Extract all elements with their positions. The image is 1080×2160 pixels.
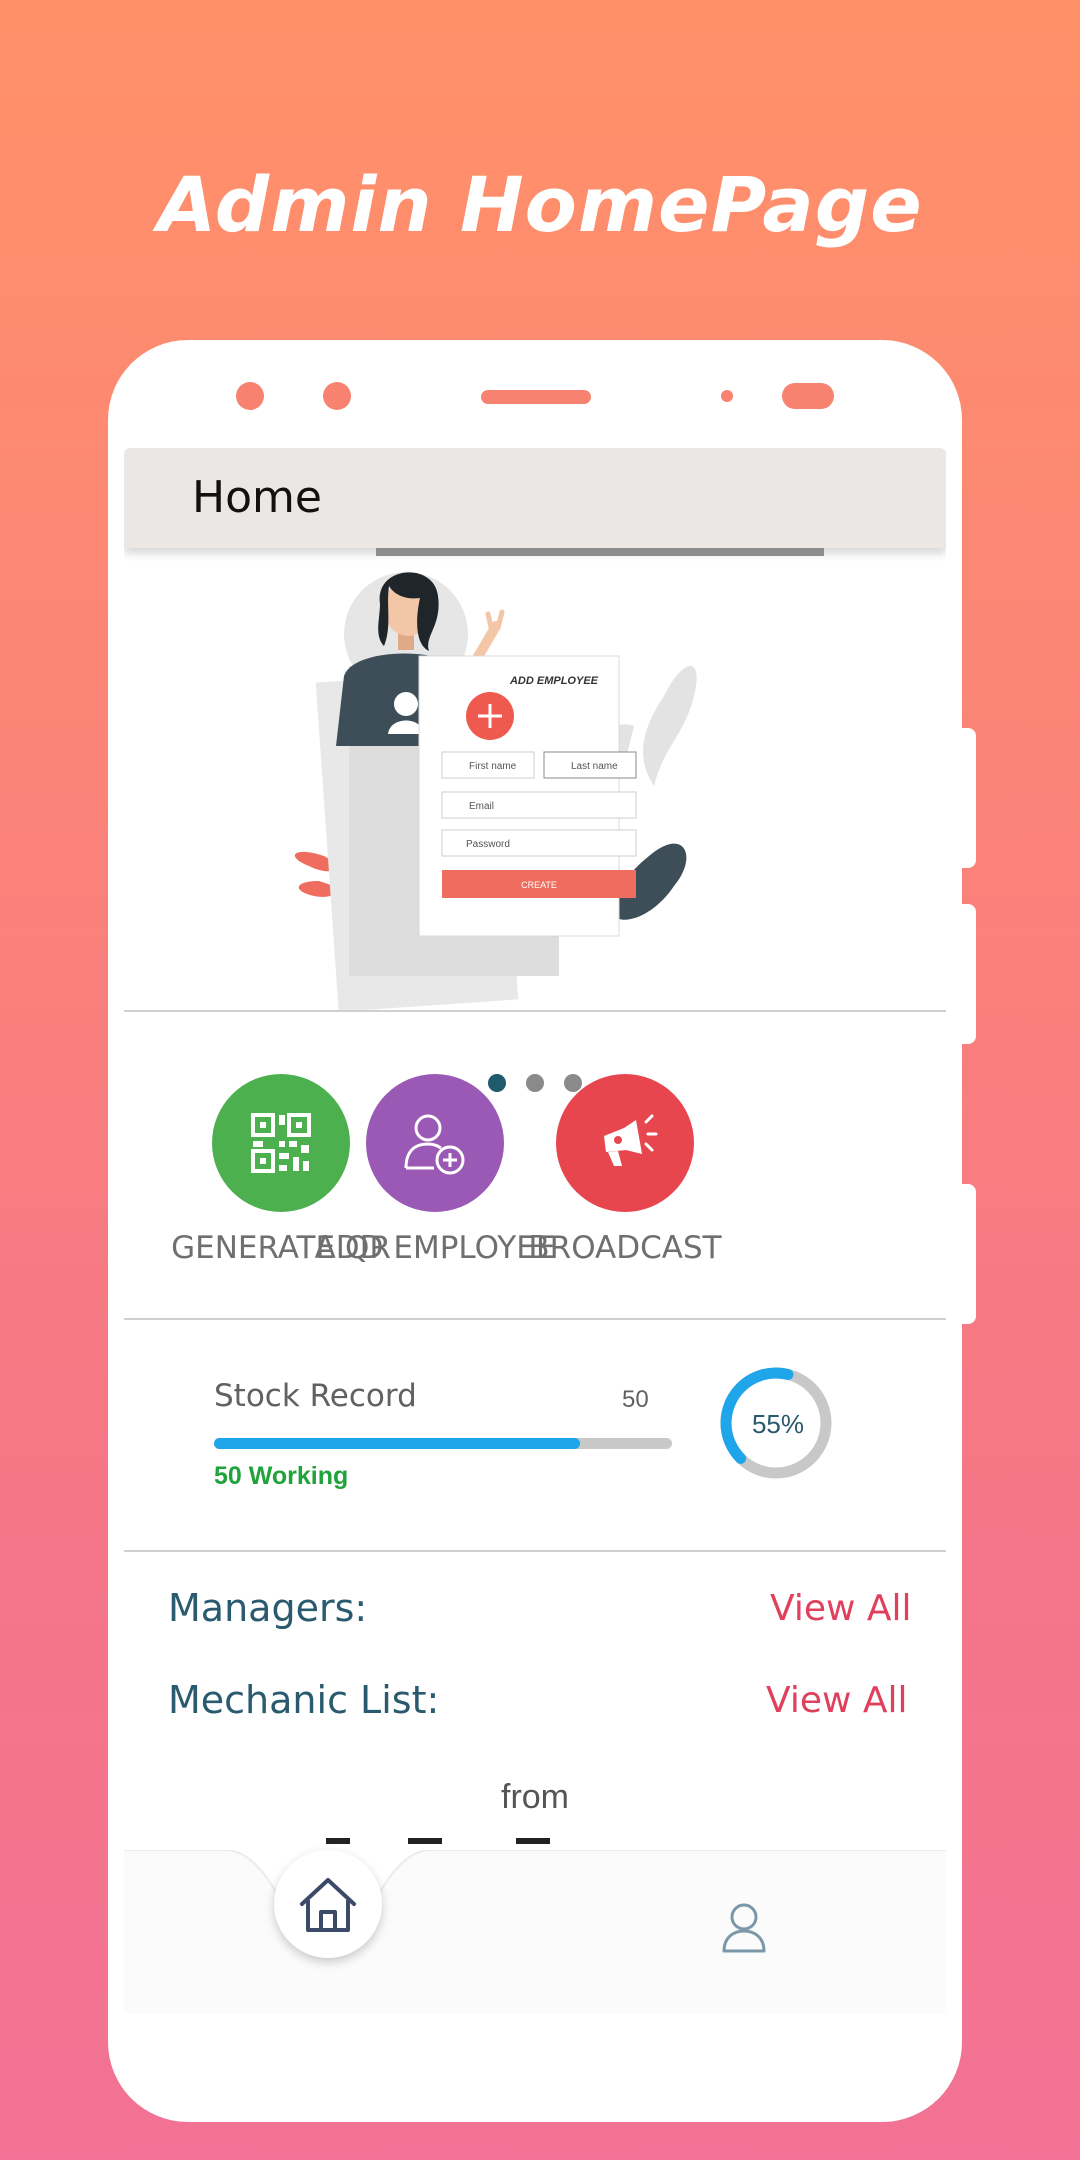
mechanic-view-all-link[interactable]: View All	[766, 1680, 908, 1721]
footer-brand-clipped	[326, 1838, 550, 1844]
home-nav-button[interactable]	[274, 1850, 382, 1958]
profile-nav-button[interactable]	[714, 1898, 774, 1958]
form-email: Email	[469, 801, 494, 812]
app-screen: Home ADD EMPLOYEE First name Last name E…	[124, 448, 946, 2014]
footer-from-text: from	[501, 1778, 569, 1816]
managers-label: Managers:	[168, 1586, 368, 1630]
sensor-pill	[782, 383, 834, 409]
action-label: BROADCAST	[528, 1230, 722, 1266]
divider	[124, 1010, 946, 1012]
add-employee-illustration: ADD EMPLOYEE First name Last name Email …	[294, 572, 697, 1012]
stock-working: 50 Working	[214, 1462, 349, 1490]
divider	[124, 1550, 946, 1552]
camera-dot	[323, 382, 351, 410]
megaphone-icon	[556, 1074, 694, 1212]
divider	[124, 1318, 946, 1320]
form-create: CREATE	[521, 880, 557, 890]
stock-ring-percent: 55%	[752, 1409, 804, 1439]
hero-title: Admin HomePage	[157, 160, 923, 249]
form-first-name: First name	[469, 761, 517, 772]
stock-progress-fill	[214, 1438, 581, 1449]
stock-ring-chart: 55%	[720, 1367, 832, 1479]
user-icon	[722, 1903, 766, 1953]
side-button	[962, 1184, 976, 1324]
managers-view-all-link[interactable]: View All	[770, 1588, 912, 1629]
mechanic-list-label: Mechanic List:	[168, 1678, 440, 1722]
app-bar: Home	[124, 448, 946, 548]
home-icon	[300, 1878, 356, 1932]
broadcast-button[interactable]: BROADCAST	[500, 1074, 750, 1266]
speaker-slot	[481, 390, 591, 404]
bottom-nav	[124, 1850, 946, 2014]
banner-carousel[interactable]: ADD EMPLOYEE First name Last name Email …	[124, 556, 946, 1092]
form-title: ADD EMPLOYEE	[509, 675, 599, 687]
side-button	[962, 904, 976, 1044]
form-password: Password	[466, 839, 510, 850]
camera-dot	[236, 382, 264, 410]
stock-progress-bar	[214, 1438, 672, 1449]
stock-count: 50	[622, 1386, 649, 1413]
add-user-icon	[366, 1074, 504, 1212]
form-last-name: Last name	[571, 761, 618, 772]
side-button	[962, 728, 976, 868]
stock-title: Stock Record	[214, 1378, 417, 1414]
sensor-dot	[721, 390, 733, 402]
bottom-nav-background	[124, 1850, 946, 2014]
page-title: Home	[192, 472, 322, 523]
tab-indicator	[376, 548, 824, 556]
